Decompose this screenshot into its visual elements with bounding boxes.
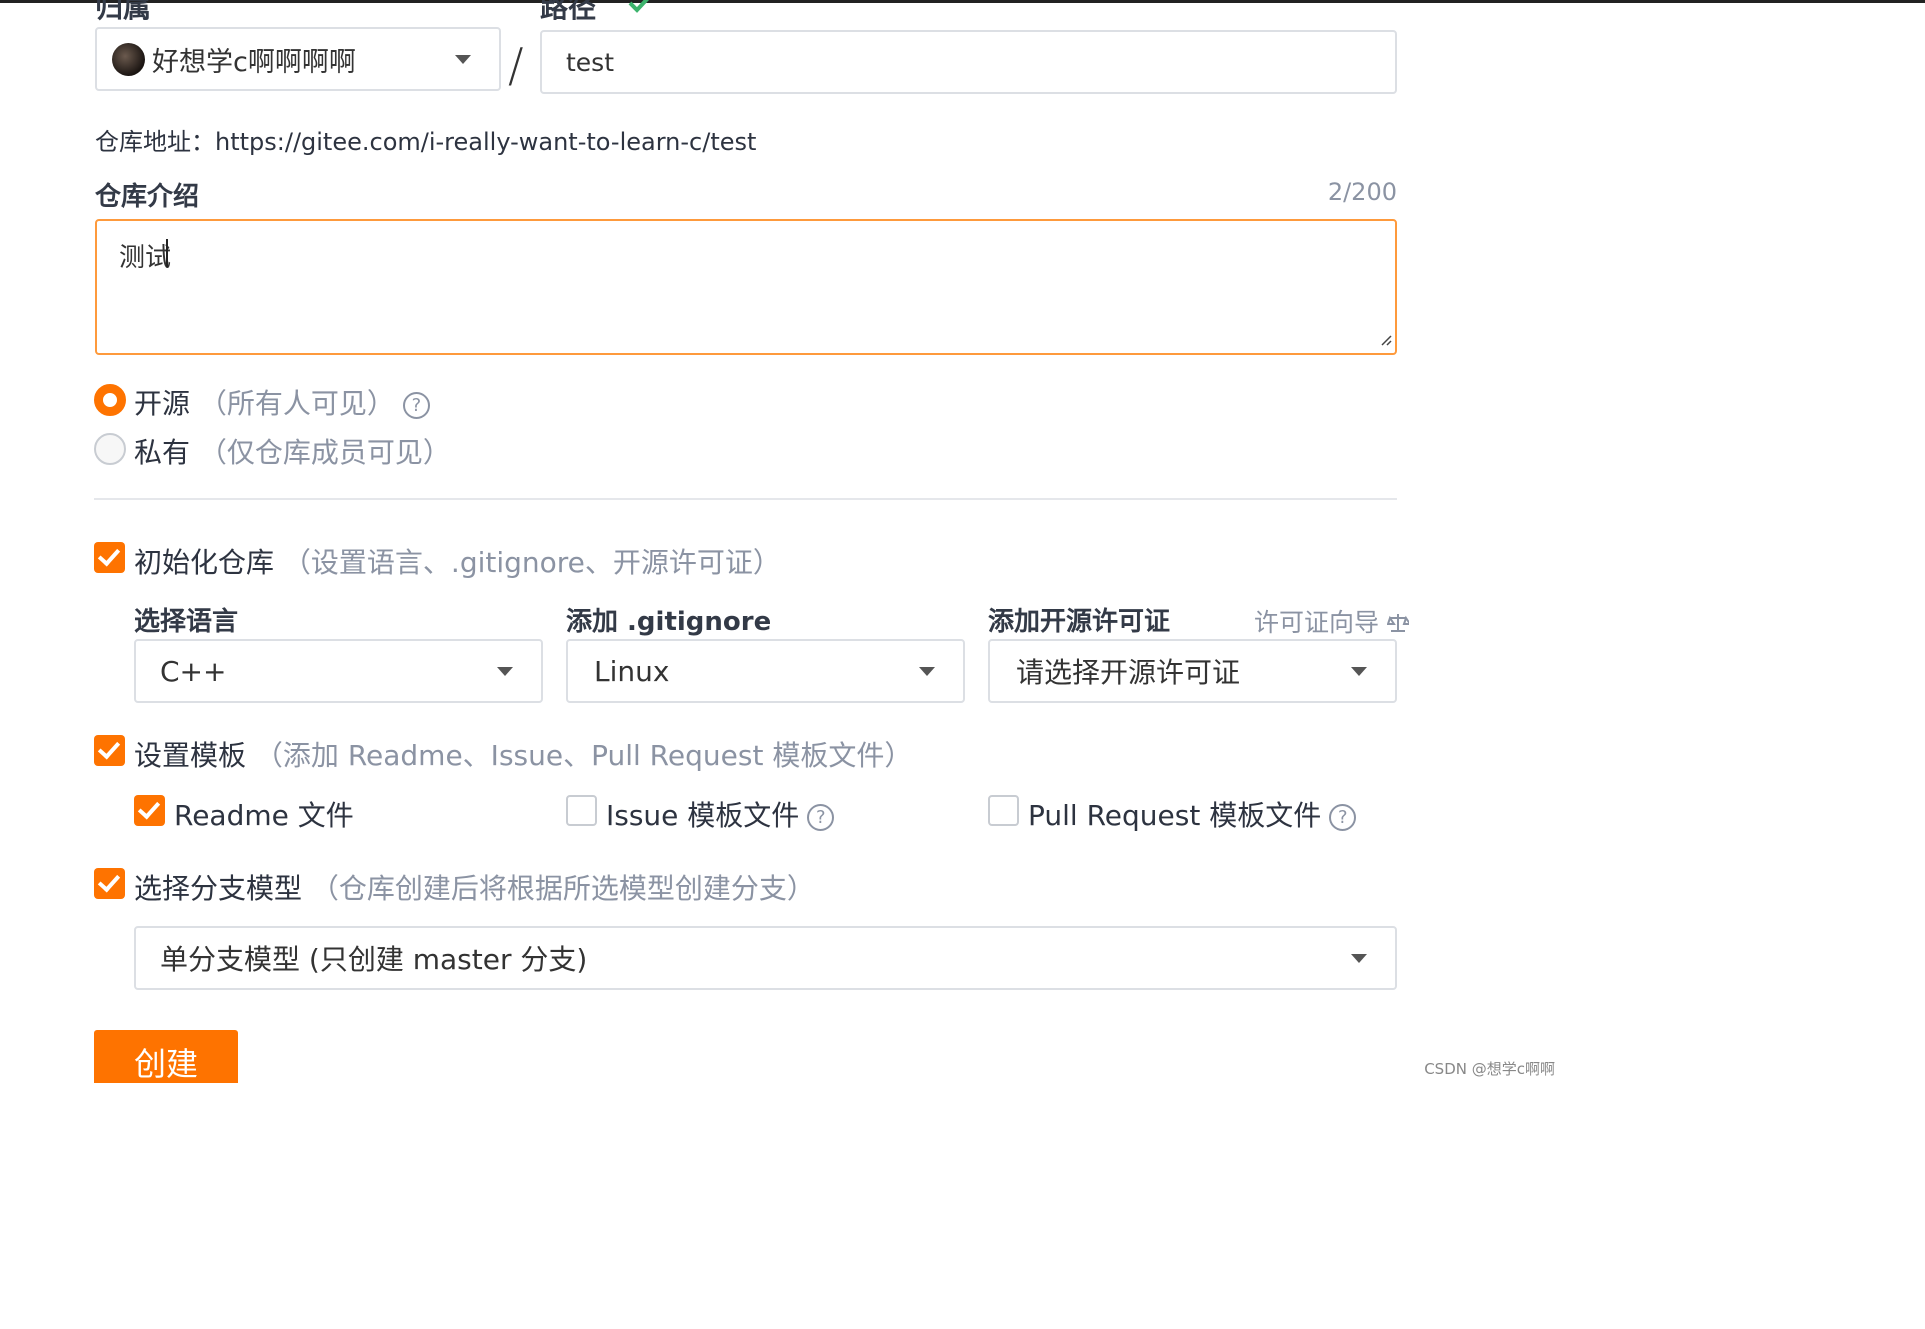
watermark: CSDN @想学c啊啊 xyxy=(1424,1060,1555,1078)
radio-public[interactable] xyxy=(94,384,126,416)
owner-label: 归属 xyxy=(95,0,152,24)
gitignore-select[interactable]: Linux xyxy=(566,639,965,703)
init-repo-label[interactable]: 初始化仓库 （设置语言、.gitignore、开源许可证） xyxy=(134,541,781,581)
pr-template-label[interactable]: Pull Request 模板文件? xyxy=(1028,794,1357,834)
text-cursor xyxy=(166,239,168,267)
branch-model-label[interactable]: 选择分支模型 （仓库创建后将根据所选模型创建分支） xyxy=(134,867,815,907)
pr-template-checkbox[interactable] xyxy=(988,795,1019,826)
scale-icon xyxy=(1386,608,1412,637)
question-circle-icon[interactable]: ? xyxy=(807,803,835,831)
path-input[interactable]: test xyxy=(540,30,1397,94)
license-wizard-link[interactable]: 许可证向导 xyxy=(1254,603,1412,639)
branch-model-value: 单分支模型 (只创建 master 分支) xyxy=(160,943,588,976)
templates-label[interactable]: 设置模板 （添加 Readme、Issue、Pull Request 模板文件） xyxy=(134,734,912,774)
description-label: 仓库介绍 xyxy=(95,182,200,212)
license-value: 请选择开源许可证 xyxy=(1016,656,1241,689)
avatar xyxy=(112,43,145,76)
gitignore-label: 添加 .gitignore xyxy=(566,607,772,637)
issue-template-label[interactable]: Issue 模板文件? xyxy=(606,794,835,834)
readme-checkbox[interactable] xyxy=(134,795,165,826)
question-circle-icon[interactable]: ? xyxy=(402,391,430,419)
repo-address: 仓库地址：https://gitee.com/i-really-want-to-… xyxy=(95,122,756,157)
license-label: 添加开源许可证 xyxy=(988,607,1171,637)
issue-template-checkbox[interactable] xyxy=(566,795,597,826)
branch-model-select[interactable]: 单分支模型 (只创建 master 分支) xyxy=(134,926,1397,990)
question-circle-icon[interactable]: ? xyxy=(1329,803,1357,831)
templates-checkbox[interactable] xyxy=(94,735,125,766)
top-border xyxy=(0,0,1925,3)
radio-private[interactable] xyxy=(94,433,126,465)
chevron-down-icon xyxy=(455,55,471,64)
visibility-public[interactable]: 开源 （所有人可见）? xyxy=(134,382,430,422)
resize-handle-icon[interactable] xyxy=(1380,331,1392,350)
language-value: C++ xyxy=(160,654,227,688)
branch-model-checkbox[interactable] xyxy=(94,868,125,899)
repo-address-url: https://gitee.com/i-really-want-to-learn… xyxy=(215,128,757,156)
chevron-down-icon xyxy=(1351,954,1367,963)
path-separator: / xyxy=(508,38,524,92)
owner-value: 好想学c啊啊啊啊 xyxy=(152,46,356,78)
init-repo-checkbox[interactable] xyxy=(94,542,125,573)
check-icon xyxy=(628,0,652,18)
owner-select[interactable]: 好想学c啊啊啊啊 xyxy=(95,27,501,91)
language-select[interactable]: C++ xyxy=(134,639,543,703)
required-mark: * xyxy=(602,0,614,11)
gitignore-value: Linux xyxy=(594,654,670,688)
language-label: 选择语言 xyxy=(134,607,239,637)
repo-address-label: 仓库地址： xyxy=(95,128,215,156)
license-select[interactable]: 请选择开源许可证 xyxy=(988,639,1397,703)
chevron-down-icon xyxy=(1351,667,1367,676)
description-value: 测试 xyxy=(119,243,172,273)
path-value: test xyxy=(566,47,615,77)
description-textarea[interactable]: 测试 xyxy=(95,219,1397,355)
chevron-down-icon xyxy=(919,667,935,676)
page-bottom-area xyxy=(0,1083,1925,1329)
divider xyxy=(94,498,1397,500)
description-counter: 2/200 xyxy=(1327,178,1397,206)
chevron-down-icon xyxy=(497,667,513,676)
visibility-private[interactable]: 私有 （仅仓库成员可见） xyxy=(134,431,451,471)
readme-label[interactable]: Readme 文件 xyxy=(174,794,354,834)
path-label: 路径* xyxy=(540,0,614,26)
